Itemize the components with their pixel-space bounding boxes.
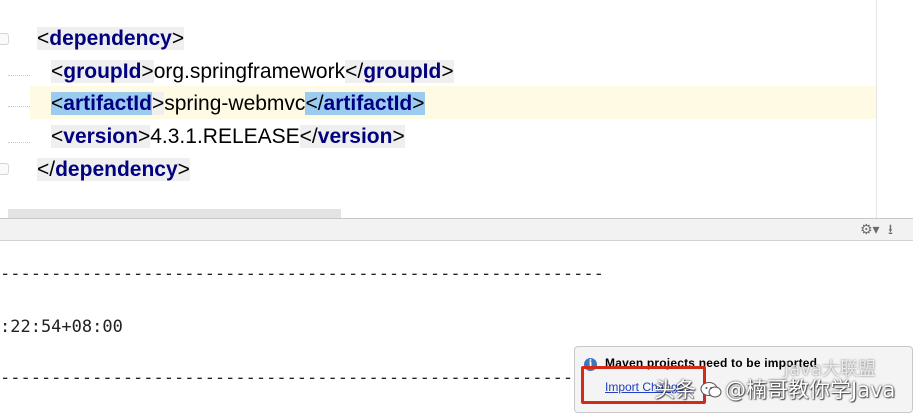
tag-bracket: >: [441, 60, 454, 83]
tag-bracket: >: [137, 125, 151, 148]
chat-bubble-icon: [700, 381, 722, 397]
tag-bracket: </: [345, 60, 364, 83]
code-line[interactable]: </dependency>: [37, 155, 190, 185]
tag-name: dependency: [49, 27, 172, 50]
gutter-guide: [8, 142, 30, 143]
tag-value: 4.3.1.RELEASE: [150, 125, 300, 148]
tag-name: version: [317, 125, 393, 148]
tag-name: groupId: [63, 60, 142, 83]
fold-marker-icon[interactable]: [0, 33, 9, 45]
code-line[interactable]: <artifactId>spring-webmvc</artifactId>: [51, 89, 425, 119]
tag-name: groupId: [363, 60, 442, 83]
watermark-author: @楠哥教你学Java: [725, 378, 896, 402]
tag-bracket: >: [412, 92, 425, 115]
tag-name: artifactId: [63, 92, 152, 115]
tag-bracket: >: [392, 125, 405, 148]
gear-icon[interactable]: ⚙▾: [860, 221, 880, 239]
tag-bracket: >: [151, 92, 165, 115]
tag-bracket: </: [299, 125, 318, 148]
console-line: :22:54+08:00: [0, 317, 123, 337]
tag-bracket: </: [305, 92, 324, 115]
console-line: ----------------------------------------…: [0, 368, 604, 388]
tag-bracket: <: [37, 27, 50, 50]
tool-window-header: ⚙▾ ⭳: [0, 218, 913, 241]
tag-bracket: >: [171, 27, 185, 50]
tag-name: dependency: [55, 158, 178, 181]
tag-bracket: <: [51, 92, 64, 115]
code-line[interactable]: <groupId>org.springframework</groupId>: [51, 57, 454, 87]
tag-value: org.springframework: [153, 60, 346, 83]
fold-marker-icon[interactable]: [0, 163, 9, 175]
tag-bracket: >: [141, 60, 154, 83]
gutter-guide: [8, 106, 30, 107]
tag-bracket: >: [177, 158, 190, 181]
tag-name: version: [63, 125, 138, 148]
tag-value: spring-webmvc: [164, 92, 306, 115]
code-line[interactable]: <dependency>: [37, 24, 185, 54]
right-margin-guide: [876, 0, 877, 218]
code-editor[interactable]: <dependency> <groupId>org.springframewor…: [0, 0, 913, 218]
watermark-source: 头条: [654, 378, 696, 402]
gutter-guide: [8, 75, 30, 76]
watermark: 头条 @楠哥教你学Java: [654, 375, 895, 405]
code-line[interactable]: <version>4.3.1.RELEASE</version>: [51, 122, 405, 152]
pin-icon[interactable]: ⭳: [888, 221, 893, 239]
console-line: ----------------------------------------…: [0, 264, 604, 284]
tag-bracket: <: [51, 60, 64, 83]
tag-name: artifactId: [323, 92, 413, 115]
tag-bracket: </: [37, 158, 56, 181]
editor-gutter: [0, 0, 30, 218]
tag-bracket: <: [51, 125, 64, 148]
horizontal-scrollbar[interactable]: [8, 209, 341, 218]
